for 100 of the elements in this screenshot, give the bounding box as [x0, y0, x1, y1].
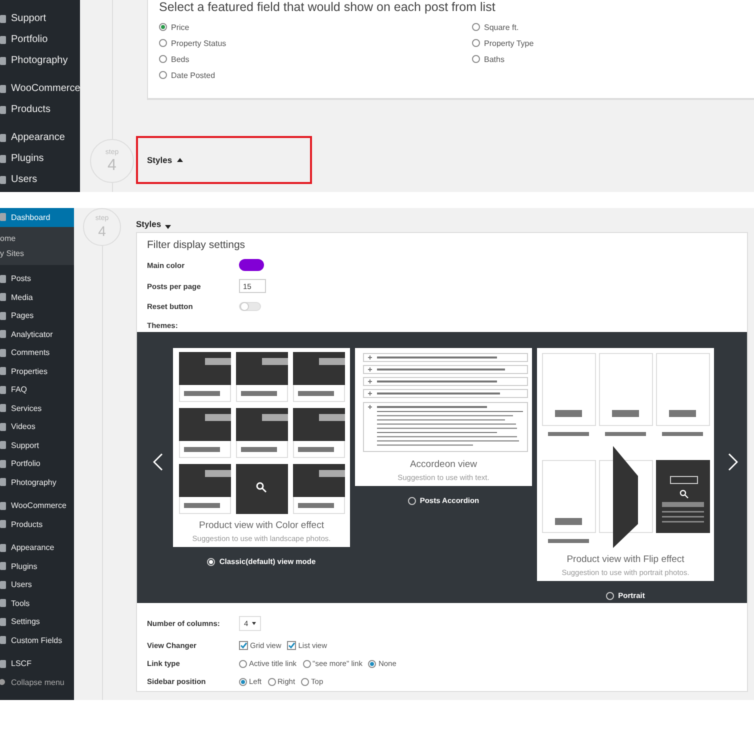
menu-icon	[0, 460, 6, 468]
sidebar-item[interactable]: Portfolio	[0, 454, 74, 473]
sidebar-item[interactable]: Users	[0, 169, 80, 190]
caret-icon	[252, 622, 256, 626]
menu-icon	[0, 502, 6, 510]
radio-button[interactable]	[239, 660, 247, 668]
radio-button[interactable]	[268, 678, 276, 686]
option-label: Date Posted	[171, 70, 216, 80]
menu-icon	[0, 14, 6, 22]
sidebar-item[interactable]: Collapse menu	[0, 673, 74, 692]
menu-icon	[0, 404, 6, 412]
sidebar-item[interactable]: Dashboard	[0, 208, 74, 226]
menu-icon	[0, 36, 6, 44]
radio-button[interactable]	[159, 39, 167, 47]
theme-title: Product view with Color effect	[199, 520, 324, 532]
radio-button[interactable]	[207, 558, 216, 566]
sidebar-item[interactable]: Portfolio	[0, 29, 80, 50]
menu-icon	[0, 618, 6, 626]
sidebar-item[interactable]: y Sites	[0, 246, 74, 264]
menu-icon	[0, 84, 6, 92]
sidebar-item[interactable]: Videos	[0, 418, 74, 436]
option-label: Price	[171, 22, 190, 32]
option-label: Beds	[171, 54, 190, 64]
section-title[interactable]: Styles	[136, 219, 162, 229]
menu-icon	[0, 478, 6, 486]
chevron-right-icon[interactable]	[728, 453, 738, 472]
sidebar-item[interactable]: Settings	[0, 612, 74, 631]
menu-icon	[0, 330, 6, 338]
settings-title: Filter display settings	[147, 239, 246, 251]
menu-icon	[0, 544, 6, 552]
radio-button[interactable]	[239, 678, 247, 686]
radio-button[interactable]	[472, 23, 480, 31]
sidebar-item[interactable]: Posts	[0, 270, 74, 288]
option-label: Property Type	[484, 38, 534, 48]
sidebar-item[interactable]: Media	[0, 288, 74, 306]
radio-button[interactable]	[301, 678, 310, 686]
theme-title: Accordeon view	[410, 459, 478, 470]
sidebar-item[interactable]: Custom Fields	[0, 631, 74, 650]
color-swatch[interactable]	[239, 259, 264, 272]
checkbox[interactable]	[287, 641, 296, 650]
option-label: Square ft.	[484, 22, 519, 32]
sidebar-item[interactable]: Plugins	[0, 557, 74, 576]
menu-icon	[0, 441, 6, 450]
sidebar-item[interactable]: Users	[0, 576, 74, 594]
sidebar-item[interactable]: Photography	[0, 50, 80, 71]
menu-icon	[0, 678, 6, 686]
menu-icon	[0, 562, 6, 570]
section-title[interactable]: Styles	[147, 155, 172, 165]
menu-icon	[0, 386, 6, 394]
sidebar-item[interactable]: Plugins	[0, 148, 80, 169]
sidebar-item[interactable]: Properties	[0, 362, 74, 380]
menu-icon	[0, 422, 6, 431]
sidebar-item[interactable]: Analyticator	[0, 325, 74, 344]
theme-title: Product view with Flip effect	[566, 554, 684, 566]
sidebar-item[interactable]: Support	[0, 8, 80, 29]
menu-icon	[0, 56, 6, 64]
sidebar-item[interactable]: Comments	[0, 344, 74, 362]
sidebar-item[interactable]: Appearance	[0, 127, 80, 148]
chevron-left-icon[interactable]	[153, 453, 163, 472]
radio-button[interactable]	[368, 660, 376, 668]
sidebar-item[interactable]: LSCF	[0, 654, 74, 673]
field-heading: Select a featured field that would show on each post from list	[159, 0, 496, 14]
radio-button[interactable]	[606, 592, 614, 600]
menu-icon	[0, 599, 6, 608]
menu-icon	[0, 367, 6, 376]
menu-icon	[0, 176, 6, 184]
toggle-switch[interactable]	[239, 302, 261, 312]
option-label: Baths	[484, 54, 504, 64]
sidebar-item[interactable]: ome	[0, 226, 74, 246]
sidebar-item[interactable]: Photography	[0, 473, 74, 492]
menu-icon	[0, 134, 6, 142]
menu-icon	[0, 154, 6, 162]
sidebar-item[interactable]: Pages	[0, 306, 74, 325]
sidebar-item[interactable]: Appearance	[0, 538, 74, 557]
sidebar-item[interactable]: Support	[0, 436, 74, 454]
menu-icon	[0, 580, 6, 589]
sidebar-item[interactable]: Products	[0, 99, 80, 120]
radio-button[interactable]	[302, 660, 311, 668]
menu-icon	[0, 660, 6, 668]
menu-icon	[0, 520, 6, 528]
sidebar-item[interactable]: FAQ	[0, 380, 74, 399]
menu-icon	[0, 348, 6, 357]
radio-button[interactable]	[159, 23, 167, 31]
sidebar-item[interactable]: Services	[0, 399, 74, 418]
radio-button[interactable]	[472, 39, 480, 47]
checkbox[interactable]	[239, 641, 248, 650]
sidebar-item[interactable]: Tools	[0, 594, 74, 612]
menu-icon	[0, 213, 6, 222]
radio-button[interactable]	[159, 71, 167, 79]
sidebar-item[interactable]: WooCommerce	[0, 78, 80, 99]
option-label: Property Status	[171, 38, 226, 48]
sidebar-item[interactable]: Products	[0, 515, 74, 534]
radio-button[interactable]	[159, 55, 167, 63]
sidebar-item[interactable]: WooCommerce	[0, 496, 74, 515]
menu-icon	[0, 293, 6, 302]
menu-icon	[0, 106, 6, 114]
radio-button[interactable]	[408, 496, 416, 505]
menu-icon	[0, 274, 6, 283]
radio-button[interactable]	[472, 55, 480, 63]
menu-icon	[0, 636, 6, 644]
